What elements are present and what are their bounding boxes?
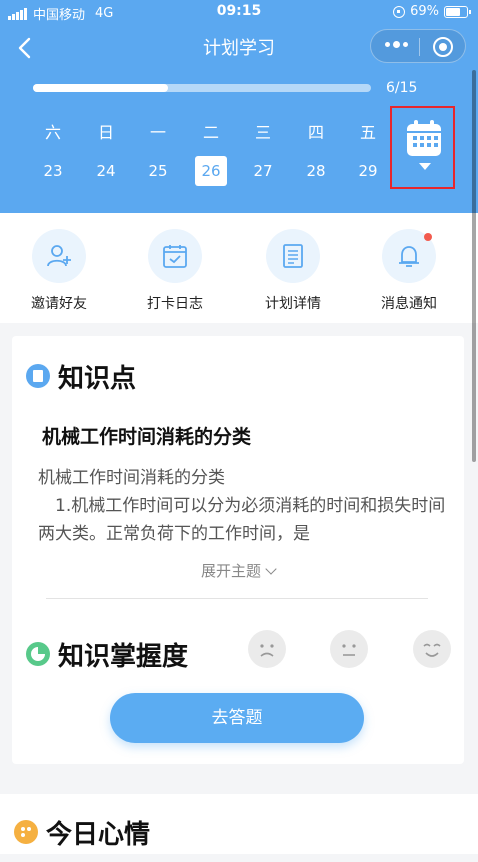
checkin-log-button[interactable]: 打卡日志 xyxy=(130,229,220,313)
add-user-icon xyxy=(47,245,71,267)
day-item[interactable]: 六 23 xyxy=(27,122,79,186)
status-bar: 中国移动 4G 09:15 69% xyxy=(0,0,478,24)
action-label: 打卡日志 xyxy=(147,296,203,312)
action-label: 计划详情 xyxy=(265,296,321,312)
date-label: 29 xyxy=(358,162,378,180)
book-icon xyxy=(26,364,50,388)
day-item-active[interactable]: 二 26 xyxy=(185,122,237,186)
start-answer-button[interactable]: 去答题 xyxy=(110,693,364,743)
sad-face-icon[interactable] xyxy=(248,630,286,668)
date-label-selected: 26 xyxy=(195,156,227,186)
close-mini-program-button[interactable] xyxy=(433,37,453,57)
happy-face-icon[interactable] xyxy=(413,630,451,668)
weekday-label: 三 xyxy=(254,123,271,142)
weekday-label: 五 xyxy=(359,123,376,142)
knowledge-body-paragraph: 1.机械工作时间可以分为必须消耗的时间和损失时间两大类。正常负荷下的工作时间，是 xyxy=(38,496,446,544)
date-label: 25 xyxy=(148,162,168,180)
mini-program-capsule xyxy=(370,29,466,63)
header: 中国移动 4G 09:15 69% 计划学习 6/15 六 23 日 24 一 25 … xyxy=(0,0,478,213)
date-label: 28 xyxy=(306,162,326,180)
action-label: 邀请好友 xyxy=(31,296,87,312)
knowledge-card: 知识点 机械工作时间消耗的分类 机械工作时间消耗的分类 1.机械工作时间可以分为… xyxy=(12,336,464,764)
weekday-label: 一 xyxy=(149,123,166,142)
knowledge-body: 机械工作时间消耗的分类 1.机械工作时间可以分为必须消耗的时间和损失时间两大类。… xyxy=(38,464,446,548)
date-label: 23 xyxy=(43,162,63,180)
knowledge-body-line: 机械工作时间消耗的分类 xyxy=(38,468,225,488)
expand-label: 展开主题 xyxy=(200,562,261,580)
orientation-lock-icon xyxy=(393,5,406,18)
progress-text: 6/15 xyxy=(386,80,418,96)
progress-bar xyxy=(33,84,169,92)
date-label: 27 xyxy=(253,162,273,180)
day-item[interactable]: 一 25 xyxy=(132,122,184,186)
document-icon xyxy=(283,244,303,268)
weekday-label: 四 xyxy=(307,123,324,142)
battery-icon xyxy=(444,5,471,18)
plan-details-button[interactable]: 计划详情 xyxy=(248,229,338,313)
date-label: 24 xyxy=(96,162,116,180)
calendar-check-icon xyxy=(163,245,187,268)
day-item[interactable]: 五 29 xyxy=(342,122,394,186)
day-item[interactable]: 四 28 xyxy=(290,122,342,186)
bell-icon xyxy=(399,246,419,267)
pie-chart-icon xyxy=(26,642,50,666)
day-item[interactable]: 三 27 xyxy=(237,122,289,186)
unread-badge xyxy=(424,233,432,241)
battery-percent: 69% xyxy=(410,4,439,19)
quick-actions: 邀请好友 打卡日志 计划详情 消息通知 xyxy=(0,213,478,323)
day-item[interactable]: 日 24 xyxy=(80,122,132,186)
more-button[interactable] xyxy=(385,41,408,48)
invite-friends-button[interactable]: 邀请好友 xyxy=(14,229,104,313)
mood-section: 今日心情 xyxy=(0,794,478,854)
section-title-mastery: 知识掌握度 xyxy=(58,642,189,672)
neutral-face-icon[interactable] xyxy=(330,630,368,668)
dropdown-arrow-icon xyxy=(419,163,431,170)
divider xyxy=(46,598,428,599)
scrollbar[interactable] xyxy=(472,70,476,462)
weekday-label: 六 xyxy=(44,123,61,142)
weekday-label: 日 xyxy=(97,123,114,142)
section-title-knowledge: 知识点 xyxy=(58,364,137,394)
palette-icon xyxy=(14,820,38,844)
calendar-button[interactable] xyxy=(390,106,455,189)
chevron-down-icon xyxy=(265,563,277,575)
expand-topic-button[interactable]: 展开主题 xyxy=(12,560,464,581)
section-title-mood: 今日心情 xyxy=(46,820,151,850)
more-dots-icon xyxy=(385,42,390,47)
knowledge-subtitle: 机械工作时间消耗的分类 xyxy=(42,426,252,448)
notifications-button[interactable]: 消息通知 xyxy=(364,229,454,313)
calendar-icon xyxy=(407,120,441,156)
weekday-label: 二 xyxy=(202,123,219,142)
action-label: 消息通知 xyxy=(381,296,437,312)
